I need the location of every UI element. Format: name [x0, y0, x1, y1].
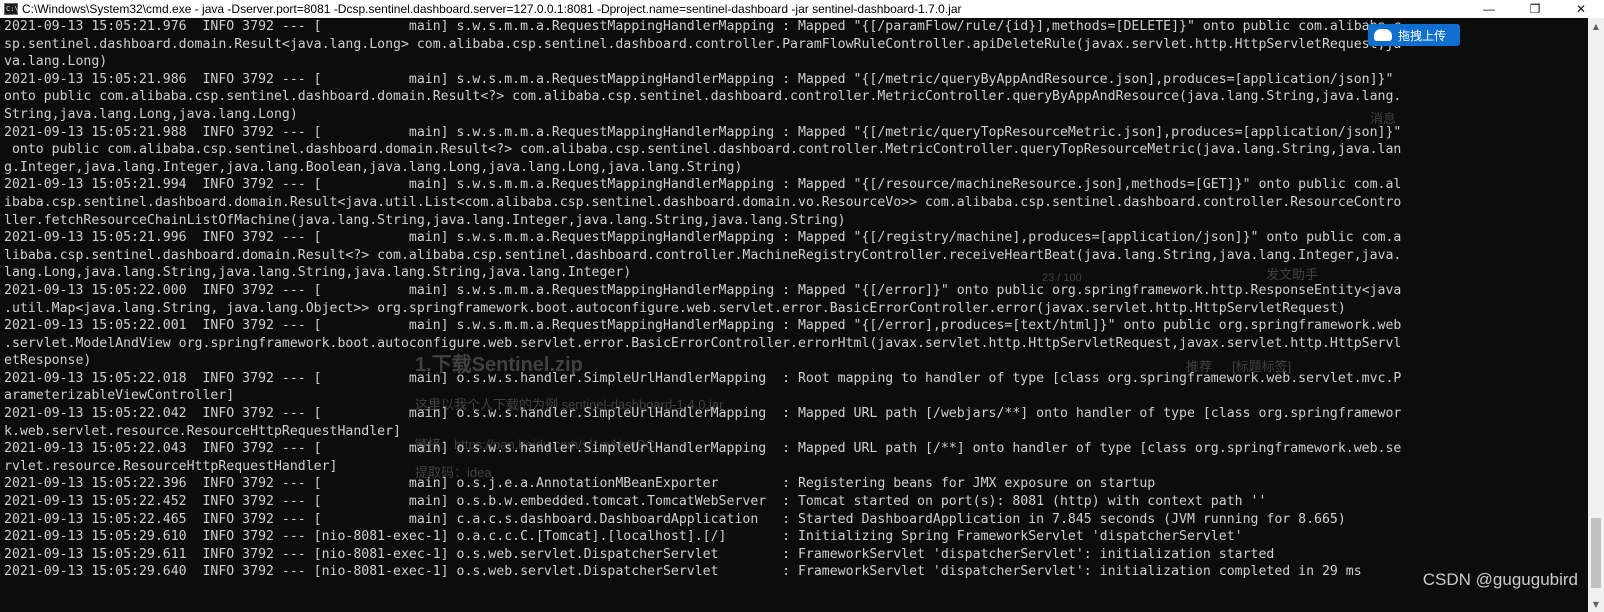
- console-line: 2021-09-13 15:05:22.465 INFO 3792 --- [ …: [4, 511, 1346, 527]
- console-line: onto public com.alibaba.csp.sentinel.das…: [4, 89, 1402, 105]
- console-line: sp.sentinel.dashboard.domain.Result<java…: [4, 36, 1402, 52]
- console-line: .servlet.ModelAndView org.springframewor…: [4, 335, 1402, 351]
- console-line: onto public com.alibaba.csp.sentinel.das…: [4, 142, 1402, 158]
- minimize-button[interactable]: —: [1466, 0, 1512, 18]
- console-line: 2021-09-13 15:05:21.994 INFO 3792 --- [ …: [4, 177, 1402, 193]
- console-line: 2021-09-13 15:05:21.986 INFO 3792 --- [ …: [4, 71, 1394, 87]
- console-line: 2021-09-13 15:05:21.976 INFO 3792 --- [ …: [4, 19, 1402, 34]
- console-line: rvlet.resource.ResourceHttpRequestHandle…: [4, 458, 338, 474]
- console-line: 2021-09-13 15:05:22.000 INFO 3792 --- [ …: [4, 282, 1402, 298]
- console-line: 2021-09-13 15:05:22.001 INFO 3792 --- [ …: [4, 318, 1402, 334]
- console-line: ibaba.csp.sentinel.dashboard.domain.Resu…: [4, 194, 1402, 210]
- console-line: String,java.lang.Long,java.lang.Long): [4, 106, 298, 122]
- console-line: ller.fetchResourceChainListOfMachine(jav…: [4, 212, 846, 228]
- upload-label: 拖拽上传: [1398, 28, 1447, 43]
- console-line: k.web.servlet.resource.ResourceHttpReque…: [4, 423, 401, 439]
- window-controls: — ❐ ✕: [1466, 0, 1604, 18]
- console-line: 2021-09-13 15:05:22.018 INFO 3792 --- [ …: [4, 370, 1402, 386]
- scrollbar-thumb[interactable]: [1591, 518, 1601, 588]
- scroll-down-arrow-icon[interactable]: ▼: [1588, 596, 1604, 612]
- upload-button[interactable]: 拖拽上传: [1368, 24, 1460, 46]
- console-line: 2021-09-13 15:05:22.396 INFO 3792 --- [ …: [4, 476, 1156, 492]
- cmd-app-icon: C:\: [4, 3, 19, 15]
- console-line: 2021-09-13 15:05:22.042 INFO 3792 --- [ …: [4, 406, 1402, 422]
- cloud-upload-icon: [1374, 29, 1392, 41]
- console-line: 2021-09-13 15:05:21.988 INFO 3792 --- [ …: [4, 124, 1402, 140]
- console-line: arameterizableViewController]: [4, 388, 235, 404]
- vertical-scrollbar[interactable]: ▲ ▼: [1588, 18, 1604, 612]
- maximize-button[interactable]: ❐: [1512, 0, 1558, 18]
- console-line: 2021-09-13 15:05:22.043 INFO 3792 --- [ …: [4, 441, 1402, 457]
- window-title: C:\Windows\System32\cmd.exe - java -Dser…: [22, 2, 962, 16]
- console-line: va.lang.Long): [4, 54, 108, 70]
- scroll-up-arrow-icon[interactable]: ▲: [1588, 18, 1604, 34]
- console-line: g.Integer,java.lang.Integer,java.lang.Bo…: [4, 159, 743, 175]
- console-line: etResponse): [4, 353, 92, 369]
- console-line: 2021-09-13 15:05:29.611 INFO 3792 --- [n…: [4, 546, 1275, 562]
- csdn-watermark: CSDN @gugugubird: [1422, 570, 1578, 589]
- console-line: 2021-09-13 15:05:29.610 INFO 3792 --- [n…: [4, 529, 1243, 545]
- console-line: lang.Long,java.lang.String,java.lang.Str…: [4, 265, 632, 281]
- close-button[interactable]: ✕: [1558, 0, 1604, 18]
- console-output[interactable]: 2021-09-13 15:05:21.976 INFO 3792 --- [ …: [0, 18, 1588, 612]
- window-title-bar[interactable]: C:\ C:\Windows\System32\cmd.exe - java -…: [0, 0, 1604, 18]
- console-line: 2021-09-13 15:05:29.640 INFO 3792 --- [n…: [4, 564, 1362, 580]
- console-line: libaba.csp.sentinel.dashboard.domain.Res…: [4, 247, 1402, 263]
- console-line: 2021-09-13 15:05:21.996 INFO 3792 --- [ …: [4, 230, 1402, 246]
- console-line: .util.Map<java.lang.String, java.lang.Ob…: [4, 300, 1346, 316]
- console-line: 2021-09-13 15:05:22.452 INFO 3792 --- [ …: [4, 494, 1267, 510]
